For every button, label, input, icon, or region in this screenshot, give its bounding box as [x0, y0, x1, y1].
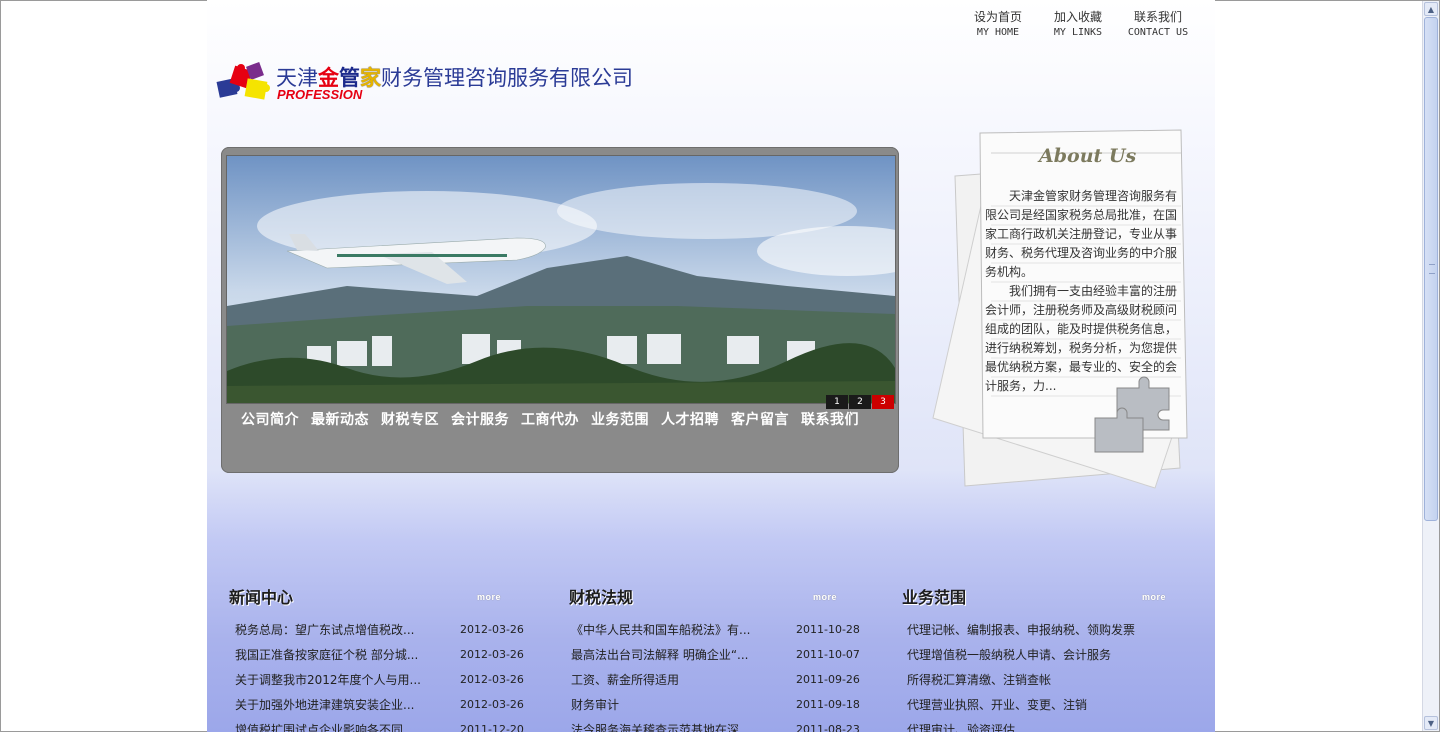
nav-recruitment[interactable]: 人才招聘 [661, 409, 719, 429]
company-name-suffix: 财务管理咨询服务有限公司 [381, 66, 633, 90]
slide-dot-1[interactable]: 1 [826, 395, 848, 409]
main-nav: 公司简介 最新动态 财税专区 会计服务 工商代办 业务范围 人才招聘 客户留言 … [241, 409, 871, 429]
scroll-grip-icon [1429, 264, 1435, 274]
slide-dot-3[interactable]: 3 [872, 395, 894, 409]
about-title: About Us [1039, 145, 1137, 167]
tax-item-title[interactable]: 财务审计 [571, 697, 775, 713]
set-home-label: 设为首页 [973, 10, 1022, 24]
add-favorite-label: 加入收藏 [1053, 10, 1102, 24]
tax-more-link[interactable]: more [813, 592, 837, 602]
slide-dot-2[interactable]: 2 [849, 395, 871, 409]
tax-item-title[interactable]: 法今服务海关稽查示范基地在深 [571, 722, 775, 732]
scope-item-title[interactable]: 代理记帐、编制报表、申报纳税、领购发票 [907, 622, 1135, 638]
nav-contact[interactable]: 联系我们 [801, 409, 859, 429]
tax-item-date: 2011-10-07 [796, 648, 860, 661]
scroll-up-arrow-icon[interactable]: ▲ [1424, 2, 1438, 16]
scroll-thumb[interactable] [1424, 17, 1438, 521]
news-item-title[interactable]: 关于加强外地进津建筑安装企业... [235, 697, 435, 713]
business-scope-section: 业务范围 more 代理记帐、编制报表、申报纳税、领购发票 代理增值税一般纳税人… [902, 584, 1192, 732]
company-name-jia: 家 [360, 66, 381, 90]
news-item-date: 2012-03-26 [460, 673, 524, 686]
scope-item-title[interactable]: 所得税汇算清缴、注销查帐 [907, 672, 1051, 688]
vertical-scrollbar[interactable]: ▲ ▼ [1422, 1, 1439, 731]
nav-tax-zone[interactable]: 财税专区 [381, 409, 439, 429]
scroll-down-arrow-icon[interactable]: ▼ [1424, 716, 1438, 730]
set-home-label-en: MY HOME [976, 27, 1020, 38]
contact-us-label-en: CONTACT US [1127, 27, 1189, 38]
about-panel: About Us 天津金管家财务管理咨询服务有限公司是经国家税务总局批准，在国家… [925, 128, 1209, 493]
news-item-title[interactable]: 税务总局：望广东试点增值税改... [235, 622, 435, 638]
company-logo[interactable]: 天津金管家财务管理咨询服务有限公司 PROFESSION [216, 58, 686, 106]
tax-item-date: 2011-09-26 [796, 673, 860, 686]
banner-image [226, 155, 896, 404]
news-more-link[interactable]: more [477, 592, 501, 602]
news-item-title[interactable]: 增值税扩围试点企业影响各不同 [235, 722, 435, 732]
nav-company-intro[interactable]: 公司简介 [241, 409, 299, 429]
news-item-date: 2012-03-26 [460, 623, 524, 636]
news-item-title[interactable]: 我国正准备按家庭征个税 部分城... [235, 647, 435, 663]
tax-item-date: 2011-10-28 [796, 623, 860, 636]
add-favorite-label-en: MY LINKS [1053, 27, 1103, 38]
about-paragraph-2: 我们拥有一支由经验丰富的注册会计师，注册税务师及高级财税顾问组成的团队，能及时提… [985, 284, 1178, 393]
slide-indicators: 1 2 3 [825, 395, 894, 409]
tax-regulations-section: 财税法规 more 《中华人民共和国车船税法》有... 2011-10-28 最高… [569, 584, 869, 732]
tax-item-title[interactable]: 工资、薪金所得适用 [571, 672, 775, 688]
scope-more-link[interactable]: more [1142, 592, 1166, 602]
page: 设为首页 MY HOME 加入收藏 MY LINKS 联系我们 CONTACT … [207, 0, 1215, 732]
news-item-date: 2011-12-20 [460, 723, 524, 732]
news-item-title[interactable]: 关于调整我市2012年度个人与用... [235, 672, 435, 688]
about-text: 天津金管家财务管理咨询服务有限公司是经国家税务总局批准，在国家工商行政机关注册登… [985, 187, 1183, 396]
banner: 1 2 3 公司简介 最新动态 财税专区 会计服务 工商代办 业务范围 人才招聘… [221, 147, 899, 473]
tax-item-date: 2011-09-18 [796, 698, 860, 711]
nav-business-registration[interactable]: 工商代办 [521, 409, 579, 429]
banner-photo [227, 156, 895, 403]
add-favorite-link[interactable]: 加入收藏 MY LINKS [1038, 9, 1118, 41]
scope-item-title[interactable]: 代理审计、验资评估 [907, 722, 1015, 732]
contact-us-link[interactable]: 联系我们 CONTACT US [1118, 9, 1198, 41]
nav-business-scope[interactable]: 业务范围 [591, 409, 649, 429]
contact-us-label: 联系我们 [1133, 10, 1182, 24]
nav-latest-news[interactable]: 最新动态 [311, 409, 369, 429]
logo-subtitle: PROFESSION [277, 87, 363, 102]
top-links: 设为首页 MY HOME 加入收藏 MY LINKS 联系我们 CONTACT … [958, 9, 1198, 41]
scope-item-title[interactable]: 代理增值税一般纳税人申请、会计服务 [907, 647, 1111, 663]
about-paragraph-1: 天津金管家财务管理咨询服务有限公司是经国家税务总局批准，在国家工商行政机关注册登… [985, 189, 1178, 279]
scope-item-title[interactable]: 代理营业执照、开业、变更、注销 [907, 697, 1087, 713]
tax-item-date: 2011-08-23 [796, 723, 860, 732]
news-item-date: 2012-03-26 [460, 648, 524, 661]
puzzle-logo-icon [216, 62, 270, 100]
news-section: 新闻中心 more 税务总局：望广东试点增值税改... 2012-03-26 我国… [229, 584, 529, 732]
nav-accounting-service[interactable]: 会计服务 [451, 409, 509, 429]
tax-item-title[interactable]: 《中华人民共和国车船税法》有... [571, 622, 775, 638]
nav-messages[interactable]: 客户留言 [731, 409, 789, 429]
tax-item-title[interactable]: 最高法出台司法解释 明确企业“... [571, 647, 775, 663]
set-home-link[interactable]: 设为首页 MY HOME [958, 9, 1038, 41]
news-item-date: 2012-03-26 [460, 698, 524, 711]
